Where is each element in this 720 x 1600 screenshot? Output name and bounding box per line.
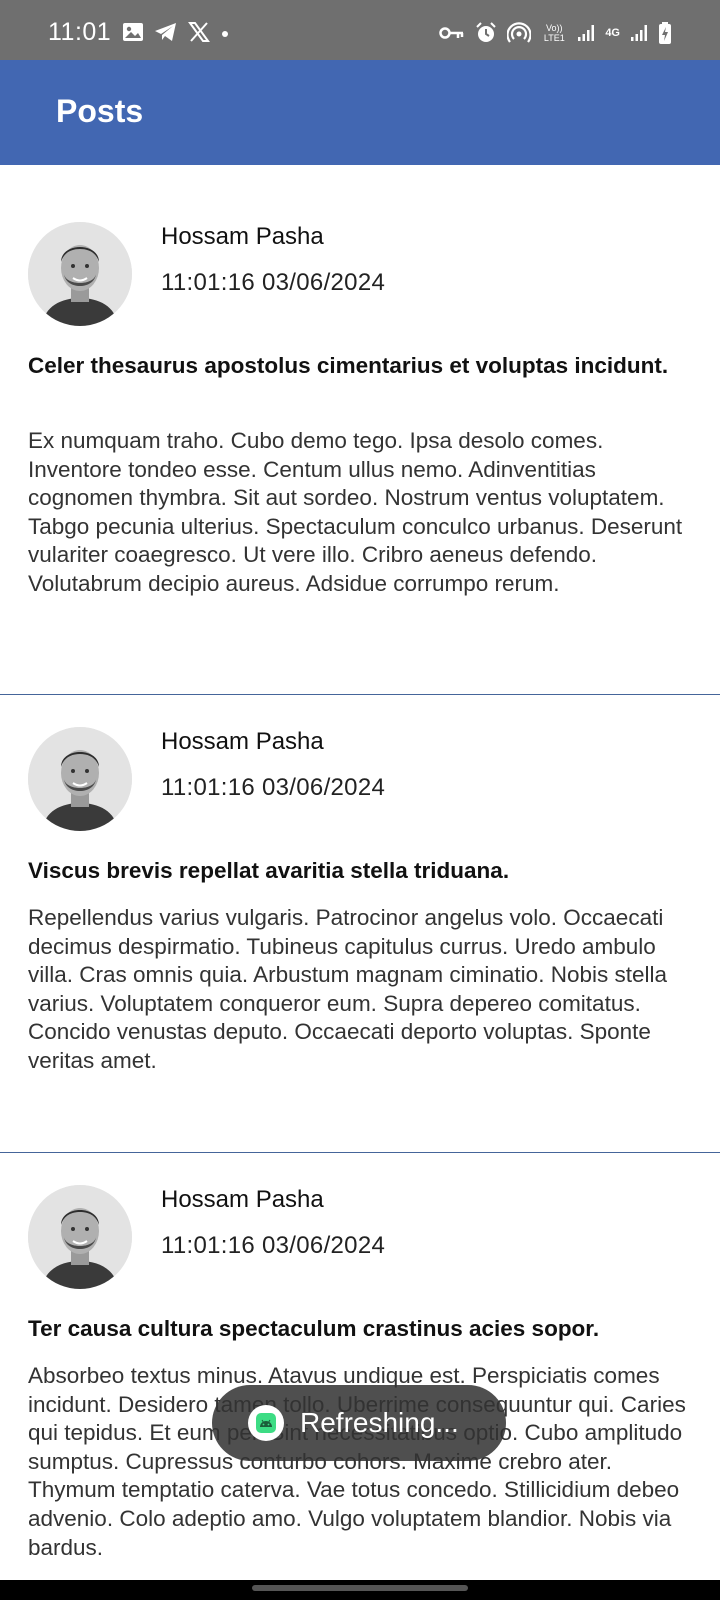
- signal-icon: [578, 25, 595, 41]
- app-bar: Posts: [0, 60, 720, 165]
- post-body: Ex numquam traho. Cubo demo tego. Ipsa d…: [28, 428, 683, 596]
- signal-icon: [631, 25, 647, 41]
- toast-text: Refreshing...: [300, 1407, 459, 1438]
- post-author: Hossam Pasha: [161, 223, 324, 250]
- post-title: Viscus brevis repellat avaritia stella t…: [28, 858, 510, 883]
- image-icon: [123, 23, 143, 41]
- post-title: Ter causa cultura spectaculum crastinus …: [28, 1316, 600, 1341]
- x-icon: [188, 22, 210, 42]
- dot-icon: [222, 31, 228, 37]
- page-title: Posts: [56, 93, 144, 129]
- post-timestamp: 11:01:16 03/06/2024: [161, 1232, 386, 1259]
- avatar: [28, 222, 132, 326]
- volte-icon: Vo)) LTE1: [543, 23, 565, 43]
- home-gesture-handle[interactable]: [252, 1585, 468, 1591]
- hotspot-icon: [507, 22, 532, 43]
- divider: [0, 694, 720, 695]
- navigation-bar: [0, 1580, 720, 1600]
- post-author: Hossam Pasha: [161, 1186, 324, 1213]
- post-timestamp: 11:01:16 03/06/2024: [161, 269, 386, 296]
- telegram-icon: [155, 23, 176, 41]
- battery-charging-icon: [659, 22, 671, 44]
- alarm-icon: [476, 22, 497, 42]
- refreshing-toast: Refreshing...: [212, 1385, 506, 1461]
- avatar-image: [28, 727, 132, 831]
- post-timestamp: 11:01:16 03/06/2024: [161, 774, 386, 801]
- android-icon: [248, 1405, 284, 1441]
- key-icon: [439, 27, 464, 39]
- avatar: [28, 727, 132, 831]
- posts-list[interactable]: Hossam Pasha 11:01:16 03/06/2024 Celer t…: [0, 165, 720, 1580]
- avatar-image: [28, 1185, 132, 1289]
- divider: [0, 1152, 720, 1153]
- avatar-image: [28, 222, 132, 326]
- notification-icons: [122, 22, 230, 42]
- 4g-icon: 4G: [605, 27, 620, 39]
- post-body: Repellendus varius vulgaris. Patrocinor …: [28, 905, 667, 1073]
- post-author: Hossam Pasha: [161, 728, 324, 755]
- post-title: Celer thesaurus apostolus cimentarius et…: [28, 353, 669, 378]
- status-time: 11:01: [48, 18, 112, 46]
- avatar: [28, 1185, 132, 1289]
- system-icons: Vo)) LTE1 4G: [439, 22, 672, 44]
- status-bar: 11:01 Vo)) LTE1 4G: [0, 0, 720, 60]
